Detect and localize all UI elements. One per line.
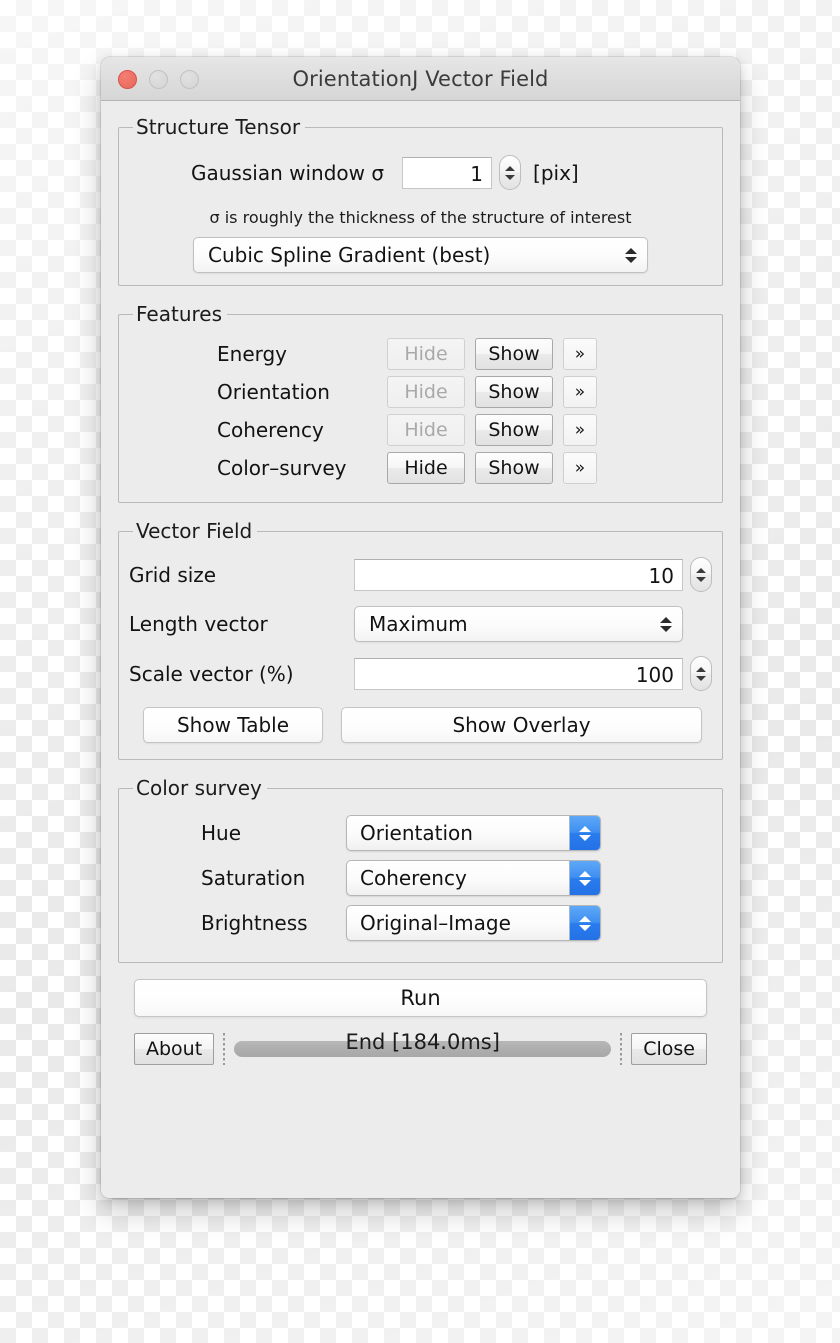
chevron-up-icon <box>505 165 516 171</box>
grid-size-row: Grid size 10 <box>129 557 712 592</box>
length-vector-row: Length vector Maximum <box>129 606 712 642</box>
chevron-up-icon <box>696 567 706 573</box>
gaussian-window-stepper[interactable] <box>499 155 522 190</box>
scale-vector-row: Scale vector (%) 100 <box>129 656 712 691</box>
grid-size-label: Grid size <box>129 562 217 587</box>
vector-field-legend: Vector Field <box>136 519 253 543</box>
dialog-content: Structure Tensor Gaussian window σ 1 [pi… <box>101 101 740 1198</box>
saturation-select[interactable]: Coherency <box>346 860 601 896</box>
feature-row-energy: Energy Hide Show » <box>217 338 712 370</box>
gradient-combo-wrapper: Cubic Spline Gradient (best) <box>129 237 712 273</box>
structure-tensor-legend: Structure Tensor <box>136 115 301 139</box>
length-vector-label: Length vector <box>129 612 268 636</box>
energy-hide-button[interactable]: Hide <box>387 338 465 370</box>
show-overlay-button[interactable]: Show Overlay <box>341 707 702 743</box>
brightness-select[interactable]: Original–Image <box>346 905 601 941</box>
vector-field-group: Vector Field Grid size 10 Length vector … <box>118 519 723 760</box>
window-controls <box>118 70 199 89</box>
color-survey-legend: Color survey <box>136 776 262 800</box>
grid-size-input[interactable]: 10 <box>354 558 683 591</box>
gaussian-window-label: Gaussian window σ <box>191 160 385 185</box>
coherency-hide-button[interactable]: Hide <box>387 414 465 446</box>
feature-label-color-survey: Color–survey <box>217 456 347 480</box>
hue-label: Hue <box>201 821 242 845</box>
window-titlebar: OrientationJ Vector Field <box>101 57 740 101</box>
color-survey-rows: Hue Orientation Saturation Coherency Bri… <box>129 815 712 941</box>
zoom-window-button[interactable] <box>180 70 199 89</box>
hue-select-value: Orientation <box>360 821 473 845</box>
chevron-updown-icon <box>660 616 672 632</box>
energy-show-button[interactable]: Show <box>475 338 553 370</box>
brightness-row: Brightness Original–Image <box>201 905 712 941</box>
color-survey-group: Color survey Hue Orientation Saturation <box>118 776 723 963</box>
features-legend: Features <box>136 302 222 326</box>
color-survey-show-button[interactable]: Show <box>475 452 553 484</box>
status-text: End [184.0ms] <box>345 1030 500 1054</box>
chevron-updown-icon <box>569 816 600 850</box>
color-survey-hide-button[interactable]: Hide <box>387 452 465 484</box>
minimize-window-button[interactable] <box>149 70 168 89</box>
orientation-show-button[interactable]: Show <box>475 376 553 408</box>
chevron-updown-icon <box>625 247 637 263</box>
chevron-up-icon <box>696 666 706 672</box>
saturation-label: Saturation <box>201 866 306 890</box>
gradient-select-value: Cubic Spline Gradient (best) <box>208 243 491 267</box>
chevron-updown-icon <box>569 861 600 895</box>
feature-row-color-survey: Color–survey Hide Show » <box>217 452 712 484</box>
length-vector-value: Maximum <box>369 612 468 636</box>
gaussian-window-unit: [pix] <box>533 160 579 185</box>
chevron-down-icon <box>696 576 706 582</box>
show-table-button[interactable]: Show Table <box>143 707 323 743</box>
orientation-more-button[interactable]: » <box>563 376 597 408</box>
run-button-wrapper: Run <box>118 979 723 1017</box>
scale-vector-input[interactable]: 100 <box>354 657 683 690</box>
features-rows: Energy Hide Show » Orientation Hide Show… <box>129 338 712 484</box>
feature-label-energy: Energy <box>217 342 288 366</box>
structure-tensor-group: Structure Tensor Gaussian window σ 1 [pi… <box>118 115 723 286</box>
gaussian-window-input[interactable]: 1 <box>402 156 493 189</box>
feature-row-coherency: Coherency Hide Show » <box>217 414 712 446</box>
feature-label-coherency: Coherency <box>217 418 324 442</box>
close-button[interactable]: Close <box>631 1033 707 1065</box>
separator-right <box>620 1033 623 1065</box>
separator-left <box>223 1033 226 1065</box>
chevron-updown-icon <box>569 906 600 940</box>
coherency-show-button[interactable]: Show <box>475 414 553 446</box>
color-survey-more-button[interactable]: » <box>563 452 597 484</box>
sigma-hint-text: σ is roughly the thickness of the struct… <box>209 208 632 227</box>
saturation-row: Saturation Coherency <box>201 860 712 896</box>
length-vector-select[interactable]: Maximum <box>354 606 683 642</box>
saturation-select-value: Coherency <box>360 866 467 890</box>
feature-row-orientation: Orientation Hide Show » <box>217 376 712 408</box>
hue-select[interactable]: Orientation <box>346 815 601 851</box>
status-bar: About End [184.0ms] Close <box>118 1030 723 1065</box>
orientation-hide-button[interactable]: Hide <box>387 376 465 408</box>
chevron-down-icon <box>696 675 706 681</box>
hue-row: Hue Orientation <box>201 815 712 851</box>
energy-more-button[interactable]: » <box>563 338 597 370</box>
feature-label-orientation: Orientation <box>217 380 330 404</box>
run-button[interactable]: Run <box>134 979 707 1017</box>
gradient-select[interactable]: Cubic Spline Gradient (best) <box>193 237 648 273</box>
brightness-select-value: Original–Image <box>360 911 511 935</box>
vector-field-actions: Show Table Show Overlay <box>129 707 712 743</box>
progress-bar: End [184.0ms] <box>234 1030 612 1057</box>
scale-vector-stepper[interactable] <box>690 656 712 691</box>
orientationj-window: OrientationJ Vector Field Structure Tens… <box>101 57 740 1198</box>
scale-vector-label: Scale vector (%) <box>129 661 294 686</box>
close-window-button[interactable] <box>118 70 137 89</box>
about-button[interactable]: About <box>134 1033 215 1065</box>
coherency-more-button[interactable]: » <box>563 414 597 446</box>
chevron-down-icon <box>505 174 516 180</box>
gaussian-window-row: Gaussian window σ 1 [pix] <box>129 155 712 190</box>
features-group: Features Energy Hide Show » Orientation … <box>118 302 723 503</box>
grid-size-stepper[interactable] <box>690 557 712 592</box>
brightness-label: Brightness <box>201 911 308 935</box>
